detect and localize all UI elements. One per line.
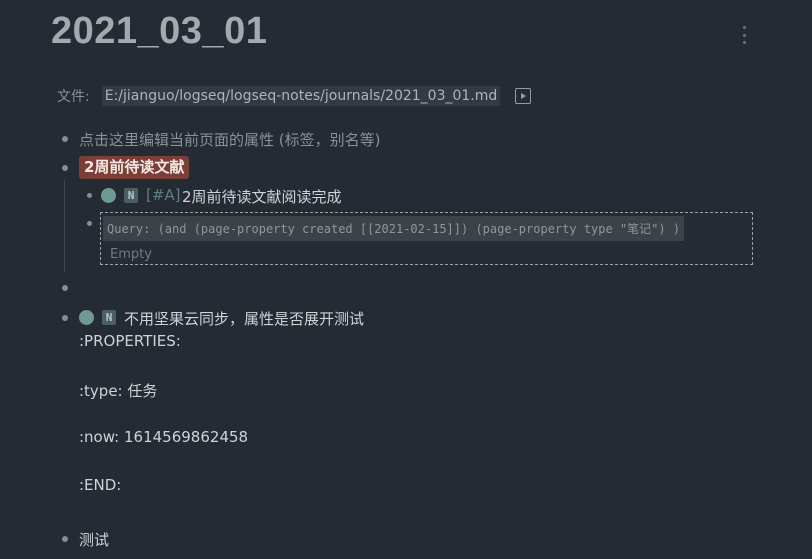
child-guide-line	[64, 180, 65, 272]
query-block[interactable]: Query: (and (page-property created [[202…	[100, 212, 753, 265]
todo-circle-icon[interactable]	[79, 310, 94, 325]
property-line: :now: 1614569862458	[79, 428, 249, 446]
query-code[interactable]: Query: (and (page-property created [[202…	[103, 216, 685, 241]
block-text[interactable]: 测试	[79, 529, 109, 550]
file-label: 文件:	[57, 89, 90, 105]
file-path-link[interactable]: E:/jianguo/logseq/logseq-notes/journals/…	[101, 86, 501, 106]
block-bullet[interactable]	[62, 136, 68, 142]
property-line: :PROPERTIES:	[79, 332, 181, 350]
todo-text[interactable]: 不用坚果云同步，属性是否展开测试	[124, 308, 364, 329]
priority-tag[interactable]: [#A]	[146, 186, 181, 204]
more-options-icon[interactable]	[740, 26, 748, 44]
page-tag[interactable]: 2周前待读文献	[79, 156, 190, 179]
play-icon[interactable]	[515, 88, 532, 104]
todo-text[interactable]: 2周前待读文献阅读完成	[182, 186, 342, 207]
marker-badge: N	[124, 188, 138, 203]
block-bullet[interactable]	[87, 221, 92, 226]
block-bullet[interactable]	[62, 285, 68, 291]
todo-circle-icon[interactable]	[101, 188, 116, 203]
query-result-empty: Empty	[110, 247, 152, 262]
property-line: :END:	[79, 476, 122, 494]
file-path-row: 文件: E:/jianguo/logseq/logseq-notes/journ…	[57, 85, 532, 107]
marker-badge: N	[102, 310, 116, 325]
page-properties-hint[interactable]: 点击这里编辑当前页面的属性 (标签，别名等)	[79, 129, 380, 150]
property-line: :type: 任务	[79, 382, 158, 400]
block-bullet[interactable]	[62, 165, 68, 171]
block-bullet[interactable]	[87, 193, 92, 198]
page-title[interactable]: 2021_03_01	[51, 10, 267, 53]
block-bullet[interactable]	[62, 315, 68, 321]
block-bullet[interactable]	[62, 536, 68, 542]
